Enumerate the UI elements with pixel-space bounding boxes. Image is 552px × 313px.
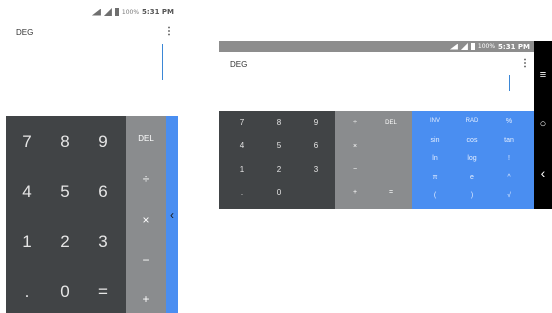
key-5[interactable]: 5	[264, 141, 294, 150]
portrait-screen: 100% 5:31 PM DEG ⋮ ‹ 7 8 9 4 5 6 1 2 3 .…	[4, 6, 178, 313]
key-add[interactable]: +	[126, 292, 166, 306]
key-tan[interactable]: tan	[494, 137, 524, 144]
portrait-input-cursor	[162, 44, 163, 80]
expand-chevron-icon: ‹	[170, 208, 174, 222]
key-1[interactable]: 1	[10, 232, 44, 252]
key-divide[interactable]: ÷	[126, 172, 166, 186]
landscape-angle-mode[interactable]: DEG	[230, 60, 247, 69]
key-sin[interactable]: sin	[420, 137, 450, 144]
key-decimal[interactable]: .	[227, 188, 257, 197]
key-0[interactable]: 0	[264, 188, 294, 197]
portrait-angle-mode[interactable]: DEG	[16, 28, 33, 37]
key-7[interactable]: 7	[10, 132, 44, 152]
key-multiply[interactable]: ×	[343, 143, 367, 150]
key-equals[interactable]: =	[86, 282, 120, 302]
key-3[interactable]: 3	[301, 165, 331, 174]
key-0[interactable]: 0	[48, 282, 82, 302]
key-2[interactable]: 2	[264, 165, 294, 174]
portrait-status-bar: 100% 5:31 PM	[4, 6, 178, 18]
battery-icon	[114, 8, 119, 16]
battery-level: 100%	[121, 8, 140, 16]
key-divide[interactable]: ÷	[343, 119, 367, 126]
home-nav-icon[interactable]: ○	[534, 118, 552, 130]
key-delete[interactable]: DEL	[379, 120, 403, 126]
key-e[interactable]: e	[457, 174, 487, 181]
key-5[interactable]: 5	[48, 182, 82, 202]
key-inverse[interactable]: INV	[420, 118, 450, 124]
back-nav-icon[interactable]: ‹	[534, 165, 552, 181]
key-6[interactable]: 6	[86, 182, 120, 202]
key-4[interactable]: 4	[227, 141, 257, 150]
key-2[interactable]: 2	[48, 232, 82, 252]
key-cos[interactable]: cos	[457, 137, 487, 144]
key-sqrt[interactable]: √	[494, 192, 524, 199]
landscape-screen: 100% 5:31 PM DEG ⋮ ≡ ○ ‹ 7 8 9 4 5 6 1 2…	[219, 41, 552, 209]
key-factorial[interactable]: !	[494, 155, 524, 162]
key-ln[interactable]: ln	[420, 155, 450, 162]
key-log[interactable]: log	[457, 155, 487, 162]
battery-icon	[470, 43, 475, 50]
key-percent[interactable]: %	[494, 118, 524, 125]
status-time: 5:31 PM	[498, 42, 530, 51]
key-subtract[interactable]: −	[343, 166, 367, 173]
key-7[interactable]: 7	[227, 118, 257, 127]
status-time: 5:31 PM	[142, 8, 174, 16]
key-3[interactable]: 3	[86, 232, 120, 252]
key-decimal[interactable]: .	[10, 282, 44, 302]
key-pi[interactable]: π	[420, 174, 450, 181]
landscape-input-cursor	[509, 75, 510, 91]
battery-level: 100%	[477, 43, 496, 50]
key-multiply[interactable]: ×	[126, 213, 166, 227]
key-equals[interactable]: =	[379, 189, 403, 196]
key-4[interactable]: 4	[10, 182, 44, 202]
key-delete[interactable]: DEL	[126, 134, 166, 143]
key-1[interactable]: 1	[227, 165, 257, 174]
signal-icon	[103, 8, 112, 16]
key-9[interactable]: 9	[86, 132, 120, 152]
key-radians[interactable]: RAD	[457, 118, 487, 124]
key-close-paren[interactable]: )	[457, 192, 487, 199]
portrait-overflow-menu-icon[interactable]: ⋮	[164, 27, 174, 37]
key-9[interactable]: 9	[301, 118, 331, 127]
key-subtract[interactable]: −	[126, 253, 166, 267]
menu-nav-icon[interactable]: ≡	[534, 69, 552, 81]
wifi-icon	[449, 43, 458, 50]
landscape-status-bar: 100% 5:31 PM	[219, 41, 534, 52]
key-power[interactable]: ^	[494, 174, 524, 181]
signal-icon	[460, 43, 468, 50]
key-8[interactable]: 8	[264, 118, 294, 127]
key-open-paren[interactable]: (	[420, 192, 450, 199]
wifi-icon	[91, 8, 101, 16]
key-6[interactable]: 6	[301, 141, 331, 150]
landscape-overflow-menu-icon[interactable]: ⋮	[520, 59, 530, 69]
key-8[interactable]: 8	[48, 132, 82, 152]
key-add[interactable]: +	[343, 189, 367, 196]
